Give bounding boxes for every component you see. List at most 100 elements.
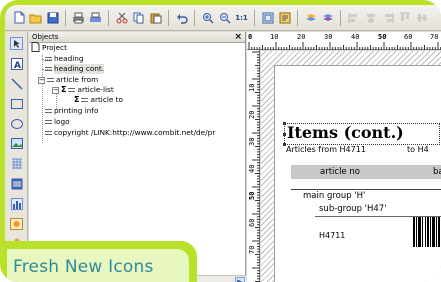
ruler-label: 70: [430, 33, 439, 41]
tree-node-printing-info[interactable]: printing info: [45, 106, 98, 116]
document-icon: [31, 41, 40, 55]
promo-badge: Fresh New Icons: [5, 241, 197, 282]
toolbar-separator: [65, 9, 66, 26]
objects-panel-title: Objects: [32, 33, 59, 41]
ruler-label: 30: [248, 137, 256, 146]
tree-node-copyright[interactable]: copyright /LINK:http://www.combit.net/de…: [45, 128, 215, 138]
ruler-label: 70: [248, 245, 256, 254]
tree-node-label: copyright /LINK:http://www.combit.net/de…: [54, 128, 216, 137]
print-preview-icon[interactable]: [88, 10, 103, 25]
collapse-toggle[interactable]: −: [38, 76, 45, 84]
objects-panel-header: Objects ×: [29, 32, 245, 43]
copy-icon[interactable]: [131, 10, 146, 25]
text-field-icon: [68, 88, 76, 92]
ruler-label: 20: [297, 33, 306, 41]
articles-to-text[interactable]: to H4: [407, 145, 429, 154]
app-window: 1:1 A Objects × Project heading heading …: [5, 5, 441, 282]
tree-node-label: logo: [54, 117, 70, 126]
zoom-1-1-label: 1:1: [235, 13, 248, 22]
table-icon[interactable]: [9, 156, 24, 171]
horizontal-ruler: 0 10 20 30 40 50 60 70: [247, 32, 441, 50]
scroll-right-icon[interactable]: ▶: [235, 277, 245, 282]
tree-node-heading-cont[interactable]: heading cont.: [45, 64, 105, 74]
ruler-label: 40: [351, 33, 360, 41]
text-field-icon: [45, 120, 52, 124]
svg-text:A: A: [14, 61, 21, 70]
align-left-icon[interactable]: [346, 10, 361, 25]
rectangle-icon[interactable]: [9, 96, 24, 111]
ruler-label: 30: [324, 33, 333, 41]
properties-icon[interactable]: [277, 10, 292, 25]
tree-node-label: Project: [42, 43, 67, 52]
tree-node-heading[interactable]: heading: [45, 54, 84, 64]
collapse-toggle[interactable]: −: [52, 86, 59, 94]
barcode-icon[interactable]: [9, 176, 24, 191]
tree-node-article-to[interactable]: Σ article to: [74, 95, 123, 105]
align-top-icon[interactable]: [397, 10, 412, 25]
toolbar-separator: [340, 9, 341, 26]
toolbar-separator: [297, 9, 298, 26]
ruler-label: 20: [248, 110, 256, 119]
zoom-1-1-icon[interactable]: 1:1: [234, 10, 249, 25]
save-icon[interactable]: [45, 10, 60, 25]
barcode-object[interactable]: [413, 217, 441, 247]
close-icon[interactable]: ×: [234, 32, 242, 42]
undo-icon[interactable]: [174, 10, 189, 25]
print-icon[interactable]: [71, 10, 86, 25]
main-toolbar: 1:1: [5, 5, 441, 31]
sigma-icon: Σ: [61, 85, 67, 94]
promo-badge-text: Fresh New Icons: [13, 257, 154, 277]
tree-node-label: heading cont.: [54, 64, 105, 74]
gauge-icon[interactable]: [9, 216, 24, 231]
tree-node-label: article from: [56, 75, 99, 84]
toolbar-separator: [194, 9, 195, 26]
toolbar-separator: [254, 9, 255, 26]
zoom-in-icon[interactable]: [200, 10, 215, 25]
new-document-icon[interactable]: [11, 10, 26, 25]
toolbar-separator: [168, 9, 169, 26]
tree-node-label: printing info: [54, 106, 99, 115]
ellipse-icon[interactable]: [9, 116, 24, 131]
layers2-icon[interactable]: [320, 10, 335, 25]
open-folder-icon[interactable]: [28, 10, 43, 25]
tree-node-label: heading: [54, 54, 84, 63]
align-middle-icon[interactable]: [414, 10, 429, 25]
resize-handle[interactable]: [283, 122, 286, 125]
tree-node-article-from[interactable]: − article from: [38, 75, 98, 85]
fit-page-icon[interactable]: [260, 10, 275, 25]
image-icon[interactable]: [9, 136, 24, 151]
align-right-icon[interactable]: [380, 10, 395, 25]
group-divider: [291, 189, 441, 190]
tree-node-label: article to: [90, 95, 124, 104]
line-icon[interactable]: [9, 76, 24, 91]
sub-group-text[interactable]: sub-group 'H47': [319, 204, 387, 214]
barcode-bar: [438, 217, 440, 247]
text-field-icon: [45, 131, 52, 135]
resize-handle[interactable]: [283, 133, 286, 136]
align-center-icon[interactable]: [363, 10, 378, 25]
articles-from-text[interactable]: Articles from H4711: [286, 145, 366, 154]
ruler-label: 50: [378, 33, 387, 41]
layers-icon[interactable]: [303, 10, 318, 25]
cut-icon[interactable]: [114, 10, 129, 25]
select-icon[interactable]: [9, 36, 24, 51]
text-field-icon: [81, 98, 89, 102]
report-title[interactable]: Items (cont.): [287, 123, 404, 142]
text-icon[interactable]: A: [9, 56, 24, 71]
tree-node-project[interactable]: Project: [31, 41, 67, 55]
table-header-row[interactable]: [291, 165, 441, 179]
ruler-label: 0: [248, 33, 253, 41]
item-number-text[interactable]: H4711: [319, 231, 345, 240]
tree-node-label: article-list: [77, 85, 114, 94]
column-header-article: article no: [320, 167, 360, 177]
zoom-out-icon[interactable]: [217, 10, 232, 25]
chart-icon[interactable]: [9, 196, 24, 211]
ruler-label: 40: [248, 164, 256, 173]
tree-node-logo[interactable]: logo: [45, 117, 70, 127]
tree-node-article-list[interactable]: − Σ article-list: [52, 85, 114, 95]
sigma-icon: Σ: [74, 95, 80, 104]
app-frame: 1:1 A Objects × Project heading heading …: [0, 0, 441, 282]
text-field-icon: [45, 67, 52, 71]
paste-icon[interactable]: [148, 10, 163, 25]
main-group-text[interactable]: main group 'H': [303, 191, 365, 201]
